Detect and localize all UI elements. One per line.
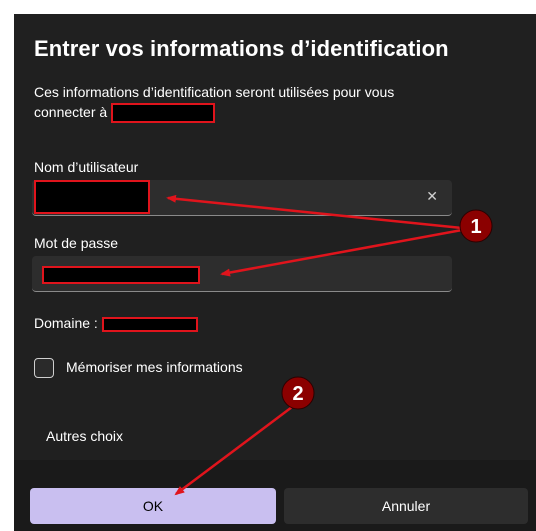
password-field[interactable] — [32, 256, 452, 292]
description-line2: connecter à — [34, 104, 108, 120]
domain-label: Domaine : — [34, 315, 98, 331]
remember-label[interactable]: Mémoriser mes informations — [66, 359, 243, 375]
domain-row: Domaine : — [34, 315, 198, 332]
dialog-title: Entrer vos informations d’identification — [34, 36, 449, 61]
dialog-description: Ces informations d’identification seront… — [34, 82, 504, 124]
username-field[interactable]: ✕ — [32, 180, 452, 216]
username-label: Nom d’utilisateur — [34, 159, 139, 175]
ok-button[interactable]: OK — [30, 488, 276, 524]
clear-icon[interactable]: ✕ — [426, 188, 438, 205]
credentials-dialog: Entrer vos informations d’identification… — [14, 14, 536, 531]
other-choices-link[interactable]: Autres choix — [46, 428, 123, 444]
dialog-footer: OK Annuler — [14, 460, 536, 531]
description-line1: Ces informations d’identification seront… — [34, 84, 395, 100]
redacted-domain — [101, 316, 198, 332]
redacted-server-name — [111, 103, 216, 124]
redacted-username — [34, 180, 150, 214]
redacted-password — [42, 266, 200, 284]
cancel-button[interactable]: Annuler — [284, 488, 528, 524]
remember-checkbox[interactable] — [34, 358, 54, 378]
password-label: Mot de passe — [34, 235, 119, 251]
